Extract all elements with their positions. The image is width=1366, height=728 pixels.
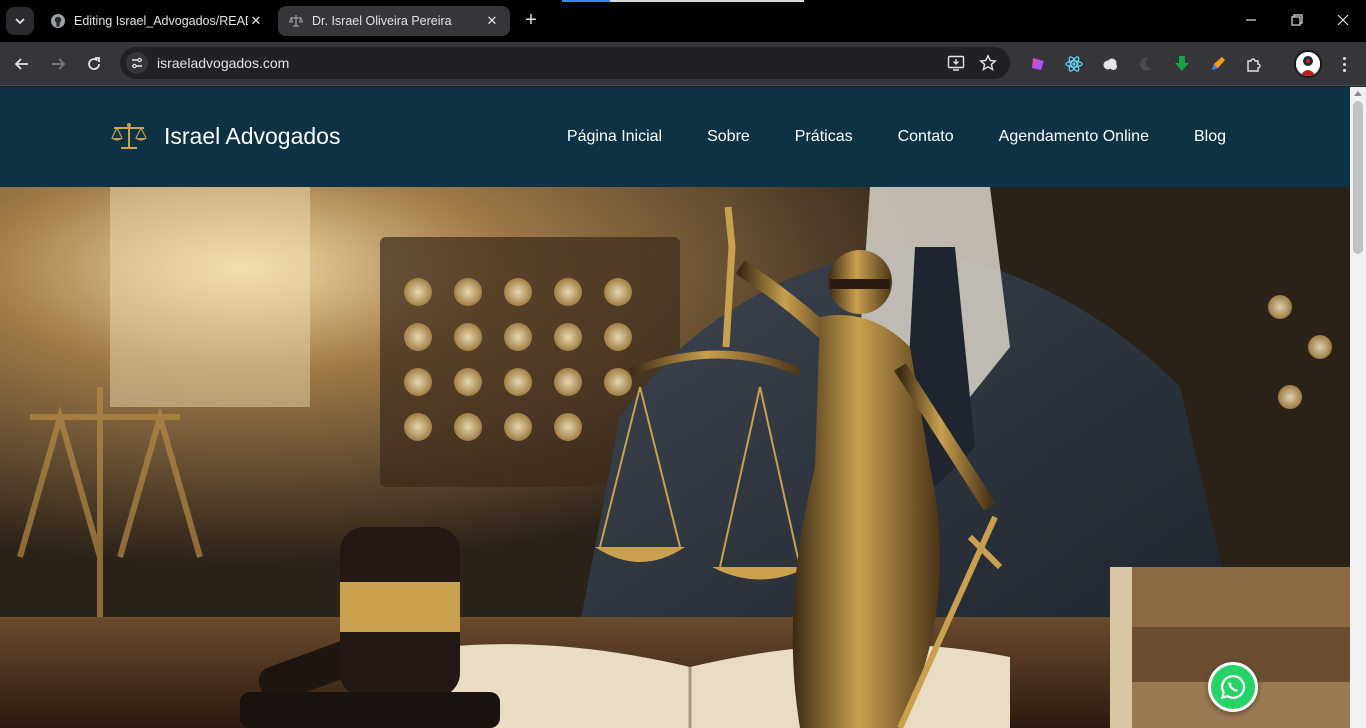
tab-active[interactable]: Dr. Israel Oliveira Pereira ✕ (278, 6, 510, 36)
react-devtools-icon[interactable] (1063, 53, 1085, 75)
close-tab-icon[interactable]: ✕ (248, 13, 264, 29)
site-settings-icon[interactable] (126, 52, 148, 74)
minimize-icon[interactable] (1228, 0, 1274, 40)
install-app-icon[interactable] (946, 53, 966, 73)
page-scrollbar[interactable] (1350, 87, 1366, 728)
page-viewport: Israel Advogados Página Inicial Sobre Pr… (0, 87, 1366, 728)
hero-image (0, 187, 1350, 728)
profile-avatar[interactable] (1294, 50, 1322, 78)
site-header: Israel Advogados Página Inicial Sobre Pr… (0, 87, 1350, 187)
tab-search-button[interactable] (6, 7, 34, 35)
main-nav: Página Inicial Sobre Práticas Contato Ag… (567, 128, 1226, 146)
pen-extension-icon[interactable] (1207, 53, 1229, 75)
close-tab-icon[interactable]: ✕ (484, 13, 500, 29)
tab-title: Editing Israel_Advogados/READI (74, 14, 248, 28)
tab-title: Dr. Israel Oliveira Pereira (312, 14, 452, 28)
moon-extension-icon[interactable] (1135, 53, 1157, 75)
nav-link-practices[interactable]: Práticas (795, 128, 853, 146)
scales-icon (288, 13, 304, 29)
whatsapp-icon (1220, 674, 1246, 699)
address-bar[interactable]: israeladvogados.com (120, 47, 1010, 79)
restore-icon[interactable] (1274, 0, 1320, 40)
purple-extension-icon[interactable] (1027, 53, 1049, 75)
green-arrow-extension-icon[interactable] (1171, 53, 1193, 75)
nav-link-home[interactable]: Página Inicial (567, 128, 662, 146)
chrome-menu-icon[interactable] (1332, 50, 1356, 78)
brand-name: Israel Advogados (164, 122, 341, 149)
forward-icon[interactable] (44, 50, 72, 78)
url-text: israeladvogados.com (157, 55, 290, 71)
nav-link-about[interactable]: Sobre (707, 128, 750, 146)
loading-bar (562, 0, 804, 2)
tab-github[interactable]: Editing Israel_Advogados/READI ✕ (40, 6, 274, 36)
close-window-icon[interactable] (1320, 0, 1366, 40)
puzzle-extensions-icon[interactable] (1243, 53, 1265, 75)
scroll-thumb[interactable] (1353, 101, 1363, 254)
new-tab-button[interactable]: + (518, 7, 544, 33)
nav-link-contact[interactable]: Contato (898, 128, 954, 146)
brand-logo[interactable]: Israel Advogados (110, 121, 340, 151)
browser-toolbar: israeladvogados.com (0, 42, 1366, 86)
nav-link-blog[interactable]: Blog (1194, 128, 1226, 146)
bookmark-star-icon[interactable] (978, 53, 998, 73)
tab-strip: Editing Israel_Advogados/READI ✕ Dr. Isr… (0, 0, 1366, 42)
back-icon[interactable] (8, 50, 36, 78)
reload-icon[interactable] (80, 50, 108, 78)
scroll-up-arrow-icon[interactable] (1354, 91, 1362, 96)
whatsapp-chat-button[interactable] (1208, 662, 1258, 712)
scales-of-justice-icon (111, 123, 147, 149)
chevron-down-icon (15, 18, 25, 25)
github-icon (50, 13, 66, 29)
cloud-extension-icon[interactable] (1099, 53, 1121, 75)
nav-link-scheduling[interactable]: Agendamento Online (999, 128, 1149, 146)
